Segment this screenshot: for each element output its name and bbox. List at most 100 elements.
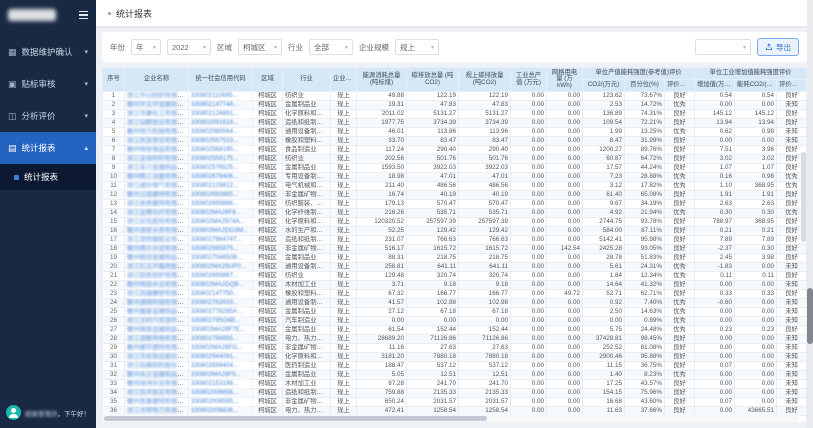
cell-credit-code: 330802110695... <box>188 91 253 101</box>
cell-company-name[interactable]: 浙江金昌纺织有限公司 <box>124 154 189 164</box>
cell-company-name[interactable]: 浙江仙琚制药股份有限公司 <box>124 361 189 371</box>
company-name-link[interactable]: 衢州通用机械有限公司 <box>127 300 188 307</box>
region-select[interactable]: 柯城区 ▾ <box>238 39 282 55</box>
sidebar-item-analysis[interactable]: ◫ 分析评价 ▾ <box>0 100 96 132</box>
export-button[interactable]: 导出 <box>757 38 799 56</box>
company-name-link[interactable]: 浙江凯丰纸业有限公司 <box>127 390 188 397</box>
table-horizontal-scrollbar[interactable] <box>102 415 799 422</box>
cell-company-name[interactable]: 浙江凯丰纸业有限公司 <box>124 388 189 398</box>
company-name-link[interactable]: 浙江红五环集团股份有限公司 <box>127 264 188 271</box>
sidebar-item-label-review[interactable]: ▣ 贴标审核 ▾ <box>0 68 96 100</box>
cell-co2-per-10k: 17.57 <box>582 163 625 173</box>
company-name-link[interactable]: 衢州南方水泥有限公司 <box>127 246 188 253</box>
company-name-link[interactable]: 浙江华康化工有限公司 <box>127 111 188 118</box>
company-name-link[interactable]: 浙江仙鹤纸业有限公司 <box>127 120 188 127</box>
industry-select[interactable]: 全部 ▾ <box>309 39 353 55</box>
cell-company-name[interactable]: 浙江双熊猫纸业有限公司 <box>124 235 189 245</box>
cell-seq: 18 <box>102 244 125 254</box>
company-name-link[interactable]: 浙江仙琚制药股份有限公司 <box>127 363 188 370</box>
cell-company-name[interactable]: 浙江金鹰化纤有限公司 <box>124 208 189 218</box>
cell-company-name[interactable]: 衢州通用机械有限公司 <box>124 298 189 308</box>
company-name-link[interactable]: 衢州清泉水务有限公司 <box>127 228 188 235</box>
cell-company-name[interactable]: 衢州清泉水务有限公司 <box>124 226 189 236</box>
cell-company-name[interactable]: 浙江巨化股份有限公司 <box>124 217 189 227</box>
company-name-link[interactable]: 浙江吉利汽车部件有限公司 <box>127 318 188 325</box>
company-name-link[interactable]: 浙江巨化股份有限公司 <box>127 219 188 226</box>
cell-company-name[interactable]: 浙江威仕电气有限公司 <box>124 181 189 191</box>
cell-company-name[interactable]: 衢州宏泰建材有限公司 <box>124 397 189 407</box>
cell-company-name[interactable]: 浙江吉利汽车部件有限公司 <box>124 316 189 326</box>
company-name-link[interactable]: 浙江依美服饰有限公司 <box>127 201 188 208</box>
year-select[interactable]: 2022 ▾ <box>167 39 211 55</box>
company-name-link[interactable]: 衢州联创金属制品有限公司 <box>127 255 188 262</box>
page-vertical-scrollbar[interactable] <box>807 0 813 428</box>
company-name-link[interactable]: 浙江金昌纺织有限公司 <box>127 156 188 163</box>
company-name-link[interactable]: 衢州精工设备有限公司 <box>127 174 188 181</box>
scale-select[interactable]: 规上 ▾ <box>395 39 439 55</box>
cell-industrial-output: 0.00 <box>510 343 547 353</box>
company-name-link[interactable]: 浙江永力金属制品有限公司 <box>127 165 188 172</box>
company-name-link[interactable]: 浙江双熊猫纸业有限公司 <box>127 237 188 244</box>
cell-company-name[interactable]: 衢州南方水泥有限公司 <box>124 244 189 254</box>
cell-company-name[interactable]: 浙江凯越橡塑有限公司 <box>124 289 189 299</box>
cell-company-name[interactable]: 衢州林昌木业有限公司 <box>124 280 189 290</box>
cell-company-name[interactable]: 衢州精工设备有限公司 <box>124 172 189 182</box>
company-name-link[interactable]: 浙江华友钴业股份有限公司 <box>127 354 188 361</box>
cell-company-name[interactable]: 衢州绿洲木业有限公司 <box>124 379 189 389</box>
cell-company-name[interactable]: 浙江永力金属制品有限公司 <box>124 163 189 173</box>
company-name-link[interactable]: 浙江开山纺织有限公司 <box>127 93 188 100</box>
company-name-link[interactable]: 衢州市五环金属制品有限公司 <box>127 102 188 109</box>
company-name-link[interactable]: 衢州绿洲木业有限公司 <box>127 381 188 388</box>
cell-district: 柯城区 <box>252 334 283 344</box>
company-name-link[interactable]: 衢州建华建材有限公司 <box>127 345 188 352</box>
year-unit-select[interactable]: 年 ▾ <box>131 39 161 55</box>
company-name-link[interactable]: 衢州宏泰建材有限公司 <box>127 399 188 406</box>
cell-company-name[interactable]: 浙江仙鹤纸业有限公司 <box>124 118 189 128</box>
cell-company-name[interactable]: 浙江红五环集团股份有限公司 <box>124 262 189 272</box>
table-vertical-scrollbar[interactable] <box>801 95 806 412</box>
sidebar-item-statistics[interactable]: ▤ 统计报表 ▴ <box>0 132 96 164</box>
cell-company-name[interactable]: 衢州恒力机械有限公司 <box>124 127 189 137</box>
cell-company-name[interactable]: 浙江开山纺织有限公司 <box>124 91 189 101</box>
company-name-link[interactable]: 浙江航民纺织有限公司 <box>127 273 188 280</box>
cell-company-name[interactable]: 衢州永正金属制品有限公司 <box>124 370 189 380</box>
cell-company-name[interactable]: 衢州联创金属制品有限公司 <box>124 253 189 263</box>
company-name-link[interactable]: 衢州恒力机械有限公司 <box>127 129 188 136</box>
company-name-link[interactable]: 浙江光明电力有限公司 <box>127 408 188 415</box>
cell-company-name[interactable]: 浙江凯圣塑业有限公司 <box>124 136 189 146</box>
cell-grid-power: 0.00 <box>546 118 583 128</box>
sidebar-item-data-maintenance[interactable]: ▦ 数据维护确认 ▾ <box>0 36 96 68</box>
company-name-link[interactable]: 衢州林昌木业有限公司 <box>127 282 188 289</box>
company-name-link[interactable]: 衢州立成建材有限公司 <box>127 192 188 199</box>
sidebar-subitem-statistics-report[interactable]: 统计报表 <box>0 164 96 190</box>
cell-company-name[interactable]: 浙江华友钴业股份有限公司 <box>124 352 189 362</box>
company-name-link[interactable]: 浙江凯越橡塑有限公司 <box>127 291 188 298</box>
company-name-link[interactable]: 衢州永正金属制品有限公司 <box>127 372 188 379</box>
company-name-link[interactable]: 衢州顺昌金属制品有限公司 <box>127 327 188 334</box>
quick-option-select[interactable]: ▾ <box>695 39 751 55</box>
cell-percentile: 28.88% <box>624 172 665 182</box>
cell-company-name[interactable]: 衢州立成建材有限公司 <box>124 190 189 200</box>
company-name-link[interactable]: 衢州味佳食品有限公司 <box>127 147 188 154</box>
cell-percentile: 43.60% <box>624 397 665 407</box>
company-name-link[interactable]: 浙江浙能热电有限公司 <box>127 336 188 343</box>
cell-company-name[interactable]: 浙江依美服饰有限公司 <box>124 199 189 209</box>
user-avatar[interactable] <box>6 405 21 420</box>
cell-carbon-total: 166.77 <box>406 289 459 299</box>
cell-company-name[interactable]: 衢州市五环金属制品有限公司 <box>124 100 189 110</box>
cell-company-name[interactable]: 衢州顺昌金属制品有限公司 <box>124 325 189 335</box>
cell-percentile: 51.83% <box>624 253 665 263</box>
company-name-link[interactable]: 浙江凯圣塑业有限公司 <box>127 138 188 145</box>
cell-company-name[interactable]: 衢州鑫泰金属制品有限公司 <box>124 307 189 317</box>
company-name-link[interactable]: 衢州鑫泰金属制品有限公司 <box>127 309 188 316</box>
hamburger-icon[interactable] <box>79 10 88 20</box>
cell-district: 柯城区 <box>252 307 283 317</box>
cell-company-name[interactable]: 浙江华康化工有限公司 <box>124 109 189 119</box>
company-name-link[interactable]: 浙江金鹰化纤有限公司 <box>127 210 188 217</box>
cell-company-name[interactable]: 浙江航民纺织有限公司 <box>124 271 189 281</box>
cell-company-name[interactable]: 衢州建华建材有限公司 <box>124 343 189 353</box>
company-name-link[interactable]: 浙江威仕电气有限公司 <box>127 183 188 190</box>
cell-company-name[interactable]: 衢州味佳食品有限公司 <box>124 145 189 155</box>
cell-company-name[interactable]: 浙江浙能热电有限公司 <box>124 334 189 344</box>
cell-carbon-total: 152.44 <box>406 325 459 335</box>
